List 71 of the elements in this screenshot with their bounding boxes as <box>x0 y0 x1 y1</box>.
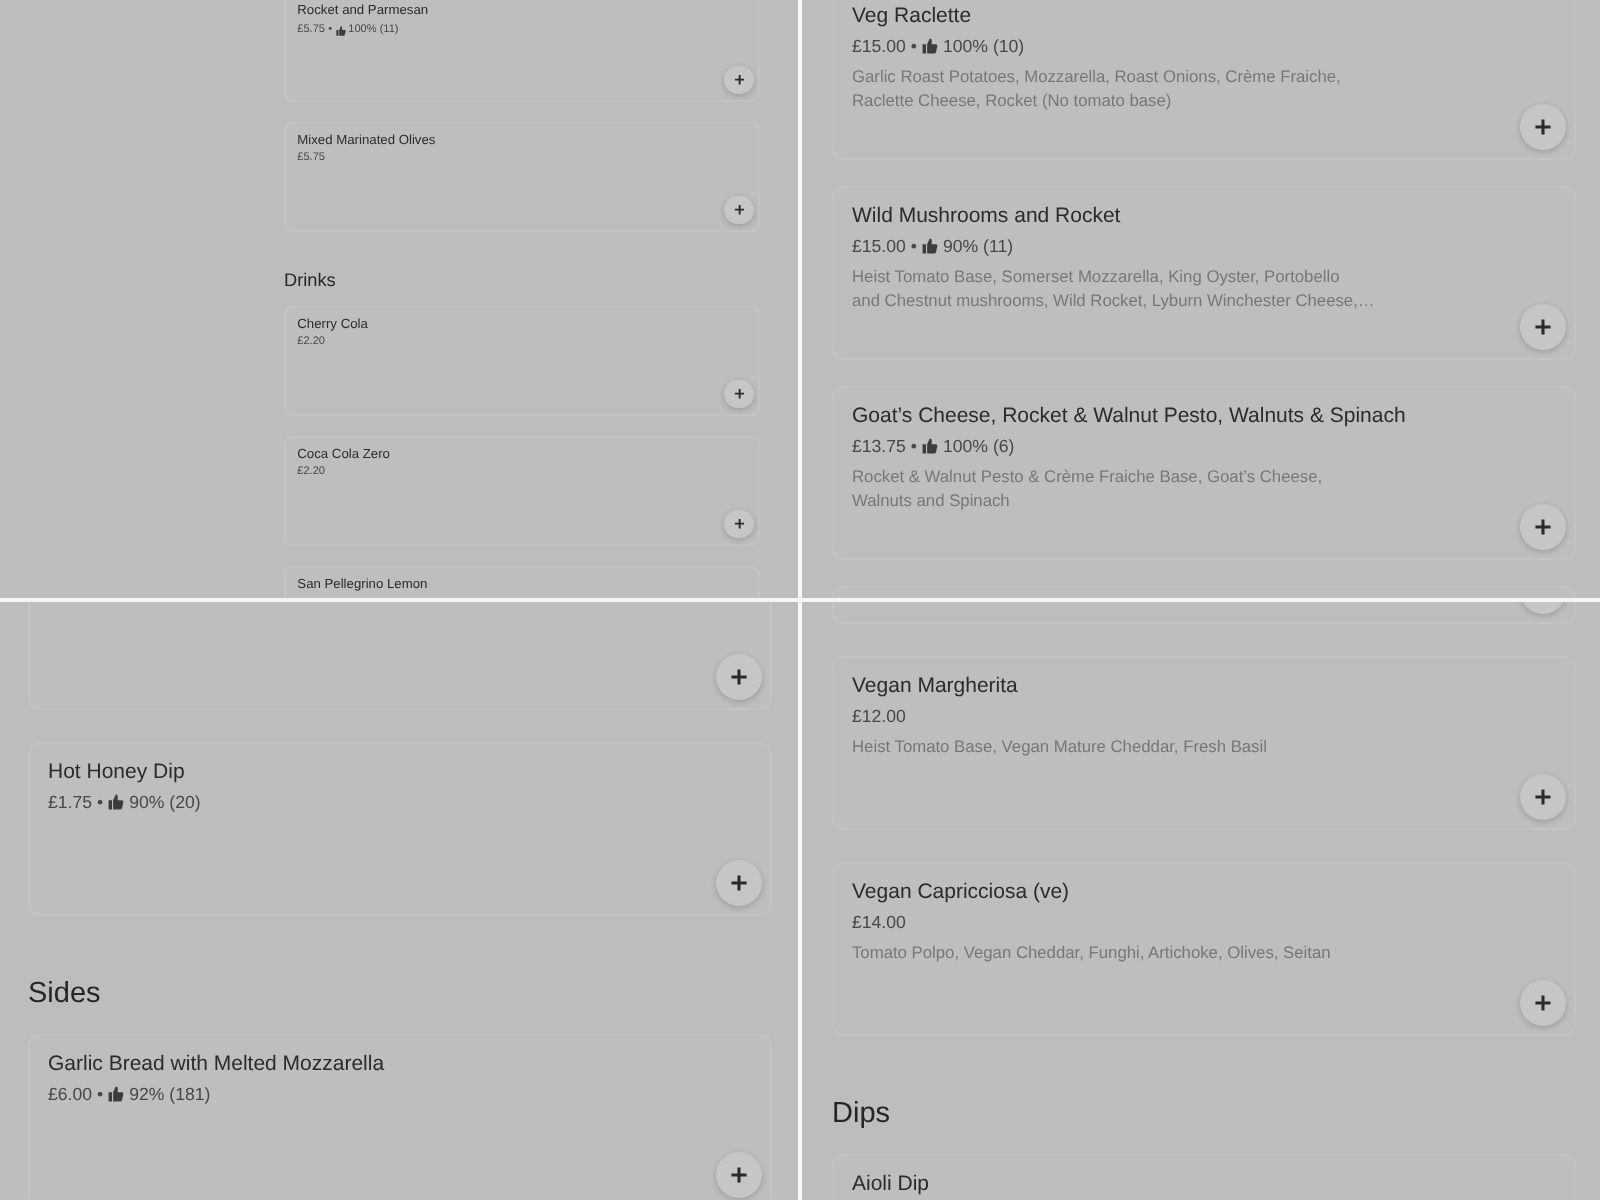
section-heading: Drinks <box>284 267 338 294</box>
plus-icon <box>730 1166 748 1184</box>
plus-icon <box>730 668 748 686</box>
rating-text: 100% (10) <box>943 33 1025 60</box>
price-separator: • <box>910 233 917 259</box>
plus-icon <box>1534 118 1552 136</box>
add-button[interactable] <box>724 379 754 409</box>
item-description: Rocket & Walnut Pesto & Crème Fraiche Base, Goat’s Cheese, Walnuts and Spinach <box>852 464 1325 512</box>
menu-item-card[interactable]: Vegan Capricciosa (ve) £14.00 Tomato Polpo, Vegan Cheddar, Funghi, Artichoke, Olives, Seitan <box>832 862 1576 1036</box>
item-description: Tomato Polpo, Vegan Cheddar, Funghi, Artichoke, Olives, Seitan <box>852 940 1333 964</box>
menu-item-card[interactable]: Vegan Margherita £12.00 Heist Tomato Base, Vegan Mature Cheddar, Fresh Basil <box>832 656 1576 830</box>
add-button[interactable] <box>1520 980 1566 1026</box>
thumbs-up-icon <box>922 438 938 454</box>
price-separator: • <box>97 1081 104 1107</box>
menu-item-card[interactable]: Goat’s Cheese, Rocket & Walnut Pesto, Walnuts & Spinach £13.75 • 100% (6) Rocket & Walnut Pesto & Crème Fraiche Base, Goat’s Cheese, Walnuts and Spinach <box>832 386 1576 560</box>
item-price: £6.00 <box>48 1081 93 1107</box>
item-name: Garlic Bread with Melted Mozzarella <box>48 1049 387 1079</box>
plus-icon <box>1534 994 1552 1012</box>
item-price: £15.00 <box>852 233 906 259</box>
price-separator: • <box>910 433 917 459</box>
rating-text: 92% (181) <box>129 1081 211 1108</box>
item-description: Garlic Roast Potatoes, Mozzarella, Roast Onions, Crème Fraiche, Raclette Cheese, Rocket (No tomato base) <box>852 64 1343 112</box>
plus-icon <box>1534 518 1552 536</box>
thumbs-up-icon <box>922 38 938 54</box>
item-description: Heist Tomato Base, Vegan Mature Cheddar, Fresh Basil <box>852 734 1269 758</box>
add-button[interactable] <box>724 509 754 538</box>
add-button[interactable] <box>724 195 754 225</box>
item-description: Heist Tomato Base, Somerset Mozzarella, King Oyster, Portobello and Chestnut mushrooms, Wild Rocket, Lyburn Winchester Cheese,… <box>852 264 1377 312</box>
item-name: Wild Mushrooms and Rocket <box>852 201 1123 231</box>
item-price: £1.75 <box>48 789 93 815</box>
add-button[interactable] <box>1520 774 1566 820</box>
add-button[interactable] <box>724 65 754 95</box>
item-price: £13.75 <box>852 433 906 459</box>
item-name: Vegan Capricciosa (ve) <box>852 877 1072 907</box>
rating-text: 90% (11) <box>943 233 1014 260</box>
plus-icon <box>730 874 748 892</box>
item-price: £14.00 <box>852 909 906 935</box>
item-name: Hot Honey Dip <box>48 757 187 787</box>
item-name: Goat’s Cheese, Rocket & Walnut Pesto, Walnuts & Spinach <box>852 401 1408 431</box>
add-button[interactable] <box>1520 304 1566 350</box>
add-button[interactable] <box>716 860 762 906</box>
add-button[interactable] <box>716 1152 762 1198</box>
thumbs-up-icon <box>108 1086 125 1102</box>
add-button[interactable] <box>1520 504 1566 550</box>
item-price: £12.00 <box>852 703 906 729</box>
plus-icon <box>733 204 745 216</box>
item-name: Aioli Dip <box>852 1169 932 1199</box>
rating-text: 100% (6) <box>943 433 1015 460</box>
item-name: Veg Raclette <box>852 1 974 31</box>
price-separator: • <box>910 33 917 59</box>
section-heading: Sides <box>28 976 103 1014</box>
plus-icon <box>733 388 745 400</box>
plus-icon <box>1534 788 1552 806</box>
price-separator: • <box>97 789 104 815</box>
plus-icon <box>733 517 745 530</box>
thumbs-up-icon <box>922 238 938 254</box>
plus-icon <box>1534 318 1552 336</box>
menu-item-card[interactable]: Wild Mushrooms and Rocket £15.00 • 90% (11) Heist Tomato Base, Somerset Mozzarella, King Oyster, Portobello and Chestnut mushrooms, Wild Rocket, Lyburn Winchester Cheese,… <box>832 186 1576 360</box>
add-button[interactable] <box>1520 104 1566 150</box>
thumbs-up-icon <box>335 25 346 36</box>
thumbs-up-icon <box>108 794 125 810</box>
rating-text: 90% (20) <box>129 789 201 816</box>
menu-item-card[interactable]: Veg Raclette £15.00 • 100% (10) Garlic Roast Potatoes, Mozzarella, Roast Onions, Crème Fraiche, Raclette Cheese, Rocket (No tomato base) <box>832 0 1576 160</box>
menu-item-card[interactable]: Hot Honey Dip £1.75 • 90% (20) <box>28 742 772 916</box>
menu-item-card[interactable]: Aioli Dip <box>832 1154 1576 1200</box>
section-heading: Dips <box>832 1096 893 1134</box>
item-price: £15.00 <box>852 33 906 59</box>
menu-item-card[interactable]: Garlic Bread with Melted Mozzarella £6.00 • 92% (181) <box>28 1034 772 1200</box>
add-button[interactable] <box>716 654 762 700</box>
plus-icon <box>733 74 745 86</box>
item-name: Vegan Margherita <box>852 671 1020 701</box>
